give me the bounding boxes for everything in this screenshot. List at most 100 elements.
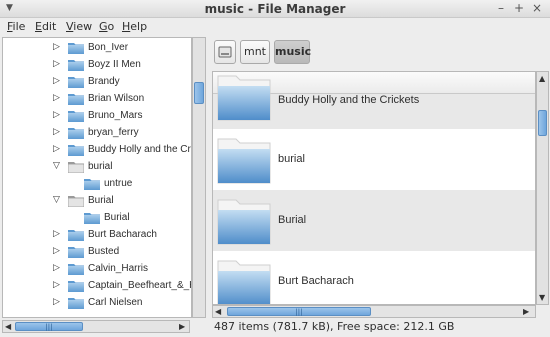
tree-item-label: Buddy Holly and the Cri (88, 144, 192, 155)
folder-open-icon (67, 195, 85, 208)
folder-icon (68, 297, 84, 309)
chevron-right-icon[interactable]: ▷ (53, 42, 61, 52)
menu-file[interactable]: File (7, 20, 25, 33)
folder-tree[interactable]: ▷ Bon_Iver ▷ Boyz II Men ▷ Brandy ▷ Brian Wilso… (2, 37, 192, 318)
folder-icon (68, 263, 84, 275)
folder-icon (68, 229, 84, 241)
folder-icon (216, 257, 272, 304)
folder-icon (216, 72, 272, 122)
chevron-right-icon[interactable]: ▷ (53, 110, 61, 120)
chevron-right-icon[interactable]: ▷ (53, 246, 61, 256)
list-vertical-scrollbar[interactable]: ▲ ▼ (536, 71, 549, 305)
chevron-down-icon[interactable]: ▽ (53, 161, 61, 171)
tree-horizontal-scrollbar[interactable]: ◀ ||| ▶ (2, 320, 190, 333)
folder-icon (216, 196, 272, 246)
path-bar: mnt music (212, 38, 542, 66)
folder-icon (68, 93, 84, 105)
tree-item-label: bryan_ferry (88, 127, 139, 138)
tree-item-label: Calvin_Harris (88, 263, 149, 274)
tree-item-label: Bruno_Mars (88, 110, 143, 121)
maximize-icon[interactable]: + (512, 1, 526, 15)
menu-bar: File Edit View Go Help (0, 18, 550, 36)
tree-item[interactable]: ▽ Burial (3, 193, 191, 210)
window-title: music - File Manager (204, 2, 346, 16)
status-bar-text: 487 items (781.7 kB), Free space: 212.1 … (214, 320, 455, 333)
folder-icon (68, 246, 84, 258)
list-hscroll-thumb[interactable]: ||| (227, 307, 371, 316)
tree-item[interactable]: Burial (3, 210, 191, 227)
tree-hscroll-thumb[interactable]: ||| (15, 322, 83, 331)
tree-vertical-scrollbar[interactable] (192, 37, 206, 318)
drive-icon (218, 46, 232, 58)
tree-item[interactable]: ▷ Brian Wilson (3, 91, 191, 108)
tree-item[interactable]: ▷ Brandy (3, 74, 191, 91)
tree-item[interactable]: ▷ Busted (3, 244, 191, 261)
tree-item[interactable]: ▷ Bon_Iver (3, 40, 191, 57)
menu-view[interactable]: View (66, 20, 92, 33)
tree-item-label: Burial (88, 195, 114, 206)
folder-icon (68, 280, 84, 292)
chevron-right-icon[interactable]: ▷ (53, 297, 61, 307)
tree-item[interactable]: ▷ Bruno_Mars (3, 108, 191, 125)
chevron-right-icon[interactable]: ▷ (53, 76, 61, 86)
list-item[interactable]: burial (213, 129, 535, 190)
root-drive-button[interactable] (214, 40, 236, 64)
list-item[interactable]: Burial (213, 190, 535, 251)
list-scroll-thumb[interactable] (538, 110, 547, 136)
file-list[interactable]: Name Buddy Holly and the CricketsburialB… (212, 71, 536, 305)
list-item-label: Burial (278, 214, 307, 226)
tree-item[interactable]: ▷ Buddy Holly and the Cri (3, 142, 192, 159)
tree-item[interactable]: untrue (3, 176, 191, 193)
chevron-right-icon[interactable]: ▷ (53, 127, 61, 137)
tree-item-label: Captain_Beefheart_&_H (88, 280, 192, 291)
chevron-right-icon[interactable]: ▷ (53, 144, 61, 154)
folder-icon (68, 144, 84, 156)
list-item-label: Buddy Holly and the Crickets (278, 94, 420, 106)
tree-item[interactable]: ▷ Boyz II Men (3, 57, 191, 74)
tree-item-label: Carl Nielsen (88, 297, 143, 308)
chevron-right-icon[interactable]: ▷ (53, 229, 61, 239)
tree-item-label: Burial (104, 212, 130, 223)
scroll-down-icon[interactable]: ▼ (539, 292, 545, 303)
tree-item[interactable]: ▷ Burt Bacharach (3, 227, 191, 244)
tree-item[interactable]: ▽ burial (3, 159, 191, 176)
scroll-right-icon[interactable]: ▶ (179, 321, 185, 332)
tree-item[interactable]: ▷ bryan_ferry (3, 125, 191, 142)
list-item[interactable]: Buddy Holly and the Crickets (213, 75, 535, 129)
folder-icon (68, 42, 84, 54)
menu-help[interactable]: Help (122, 20, 147, 33)
tree-scroll-thumb[interactable] (194, 82, 204, 104)
path-segment-music[interactable]: music (274, 40, 311, 64)
folder-icon (68, 59, 84, 71)
chevron-down-icon[interactable]: ▽ (53, 195, 61, 205)
folder-open-icon (67, 161, 85, 174)
folder-icon (216, 135, 272, 185)
tree-item[interactable]: ▷ Calvin_Harris (3, 261, 191, 278)
menu-edit[interactable]: Edit (35, 20, 56, 33)
menu-go[interactable]: Go (99, 20, 114, 33)
scroll-up-icon[interactable]: ▲ (539, 73, 545, 84)
chevron-right-icon[interactable]: ▷ (53, 280, 61, 290)
path-segment-mnt[interactable]: mnt (240, 40, 270, 64)
folder-icon (68, 127, 84, 139)
tree-item-label: Boyz II Men (88, 59, 141, 70)
tree-item-label: burial (88, 161, 113, 172)
chevron-right-icon[interactable]: ▷ (53, 263, 61, 273)
tree-item[interactable]: ▷ Captain_Beefheart_&_H (3, 278, 192, 295)
close-icon[interactable]: × (530, 1, 544, 15)
minimize-icon[interactable]: – (494, 1, 508, 15)
title-bar: ▼ music - File Manager – + × (0, 0, 550, 18)
tree-item[interactable]: ▷ Carl Nielsen (3, 295, 191, 312)
scroll-left-icon[interactable]: ◀ (5, 321, 11, 332)
chevron-right-icon[interactable]: ▷ (53, 93, 61, 103)
chevron-right-icon[interactable]: ▷ (53, 59, 61, 69)
scroll-left-icon[interactable]: ◀ (215, 306, 221, 317)
tree-item-label: Busted (88, 246, 120, 257)
list-horizontal-scrollbar[interactable]: ◀ ||| ▶ (212, 305, 536, 318)
tree-item-label: Brian Wilson (88, 93, 145, 104)
folder-icon (84, 178, 100, 190)
folder-icon (68, 110, 84, 122)
scroll-right-icon[interactable]: ▶ (523, 306, 529, 317)
tree-item-label: Bon_Iver (88, 42, 129, 53)
list-item[interactable]: Burt Bacharach (213, 251, 535, 304)
